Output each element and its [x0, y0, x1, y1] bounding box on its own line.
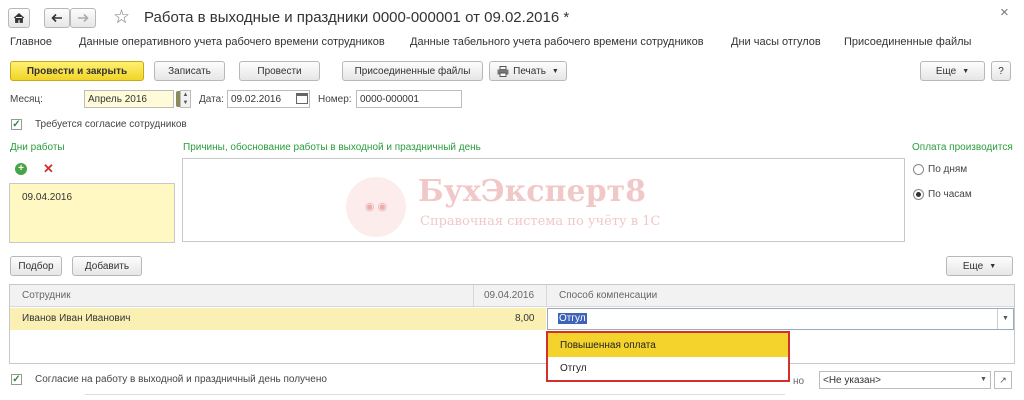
date-label: Дата:	[199, 94, 224, 105]
payment-title: Оплата производится	[912, 142, 1013, 153]
payment-by-hours-radio[interactable]	[913, 189, 924, 200]
delete-day-icon[interactable]: ✕	[43, 161, 54, 177]
footer-open-button[interactable]: ↗	[994, 371, 1012, 389]
tab-main[interactable]: Главное	[10, 36, 52, 48]
tab-days-off[interactable]: Дни часы отгулов	[731, 36, 821, 48]
help-button[interactable]: ?	[991, 61, 1011, 81]
tab-timesheet-time[interactable]: Данные табельного учета рабочего времени…	[410, 36, 704, 48]
footer-divider	[85, 394, 785, 395]
print-button[interactable]: Печать ▼	[489, 61, 567, 81]
back-button[interactable]	[44, 8, 70, 28]
employees-table: Сотрудник 09.04.2016 Способ компенсации …	[9, 284, 1015, 364]
compensation-dropdown-arrow[interactable]: ▼	[997, 309, 1013, 329]
add-button[interactable]: Добавить	[72, 256, 142, 276]
employee-cell[interactable]: Иванов Иван Иванович	[22, 313, 131, 324]
payment-by-days-radio[interactable]	[913, 164, 924, 175]
number-label: Номер:	[318, 94, 352, 105]
consent-required-label: Требуется согласие сотрудников	[35, 119, 187, 130]
dropdown-option-label: Отгул	[560, 363, 587, 374]
payment-by-hours-label: По часам	[928, 189, 972, 200]
month-label: Месяц:	[10, 94, 43, 105]
compensation-selected-value: Отгул	[558, 313, 587, 324]
table-more-label: Еще	[962, 260, 984, 272]
arrow-left-icon	[51, 13, 62, 23]
attached-files-button[interactable]: Присоединенные файлы	[342, 61, 483, 81]
consent-received-checkbox[interactable]: ✓	[11, 374, 22, 385]
watermark-brand: БухЭксперт8	[418, 174, 647, 209]
compensation-cell[interactable]: Отгул ▼	[547, 308, 1014, 330]
table-row[interactable]: Иванов Иван Иванович 8,00 Отгул ▼	[10, 308, 1014, 330]
post-and-close-button[interactable]: Провести и закрыть	[10, 61, 144, 81]
column-divider	[546, 285, 547, 307]
dropdown-option-label: Повышенная оплата	[560, 340, 656, 351]
calendar-icon[interactable]	[296, 93, 308, 104]
watermark-tagline: Справочная система по учёту в 1С	[420, 214, 661, 229]
chevron-down-icon: ▼	[962, 67, 970, 75]
select-button[interactable]: Подбор	[10, 256, 62, 276]
print-label: Печать	[513, 65, 546, 77]
window-title: Работа в выходные и праздники 0000-00000…	[144, 9, 570, 26]
home-button[interactable]	[8, 8, 30, 28]
forward-button[interactable]	[70, 8, 96, 28]
footer-select-arrow[interactable]: ▼	[977, 372, 990, 388]
column-header-compensation[interactable]: Способ компенсации	[559, 290, 657, 301]
month-field[interactable]: Апрель 2016	[84, 90, 174, 108]
consent-received-label: Согласие на работу в выходной и празднич…	[35, 374, 327, 385]
tab-attached-files[interactable]: Присоединенные файлы	[844, 36, 971, 48]
workdays-list[interactable]: 09.04.2016	[9, 183, 175, 243]
arrow-right-icon	[78, 13, 89, 23]
dropdown-option-day-off[interactable]: Отгул	[548, 357, 788, 380]
payment-by-days-label: По дням	[928, 164, 968, 175]
printer-icon	[497, 65, 509, 77]
save-button[interactable]: Записать	[154, 61, 225, 81]
table-more-button[interactable]: Еще ▼	[946, 256, 1013, 276]
brand-owl-logo: ◉ ◉	[346, 177, 406, 237]
favorite-star-icon[interactable]: ☆	[113, 6, 130, 29]
more-button[interactable]: Еще ▼	[920, 61, 985, 81]
chevron-down-icon: ▼	[551, 67, 559, 75]
compensation-dropdown-list: Повышенная оплата Отгул	[546, 331, 790, 382]
column-header-date[interactable]: 09.04.2016	[484, 290, 534, 301]
home-icon	[13, 12, 25, 23]
reasons-title: Причины, обоснование работы в выходной и…	[183, 142, 481, 153]
month-spin-control[interactable]: ▲ ▼	[180, 90, 191, 108]
workday-item[interactable]: 09.04.2016	[22, 192, 72, 203]
workdays-title: Дни работы	[10, 142, 65, 153]
chevron-down-icon: ▼	[989, 262, 997, 270]
column-divider	[473, 285, 474, 307]
consent-required-checkbox[interactable]: ✓	[11, 119, 22, 130]
dropdown-option-increased-pay[interactable]: Повышенная оплата	[548, 333, 788, 357]
footer-partial-label: но	[793, 376, 805, 387]
tab-operational-time[interactable]: Данные оперативного учета рабочего време…	[79, 36, 385, 48]
column-header-employee[interactable]: Сотрудник	[22, 290, 71, 301]
hours-cell[interactable]: 8,00	[515, 313, 534, 324]
table-header: Сотрудник 09.04.2016 Способ компенсации	[10, 285, 1014, 307]
open-icon: ↗	[999, 374, 1007, 385]
post-button[interactable]: Провести	[239, 61, 320, 81]
number-field[interactable]: 0000-000001	[356, 90, 462, 108]
footer-select-field[interactable]: <Не указан>	[819, 371, 991, 389]
add-day-icon[interactable]: +	[15, 163, 27, 175]
more-label: Еще	[935, 65, 957, 77]
close-icon[interactable]: ×	[1000, 4, 1009, 21]
